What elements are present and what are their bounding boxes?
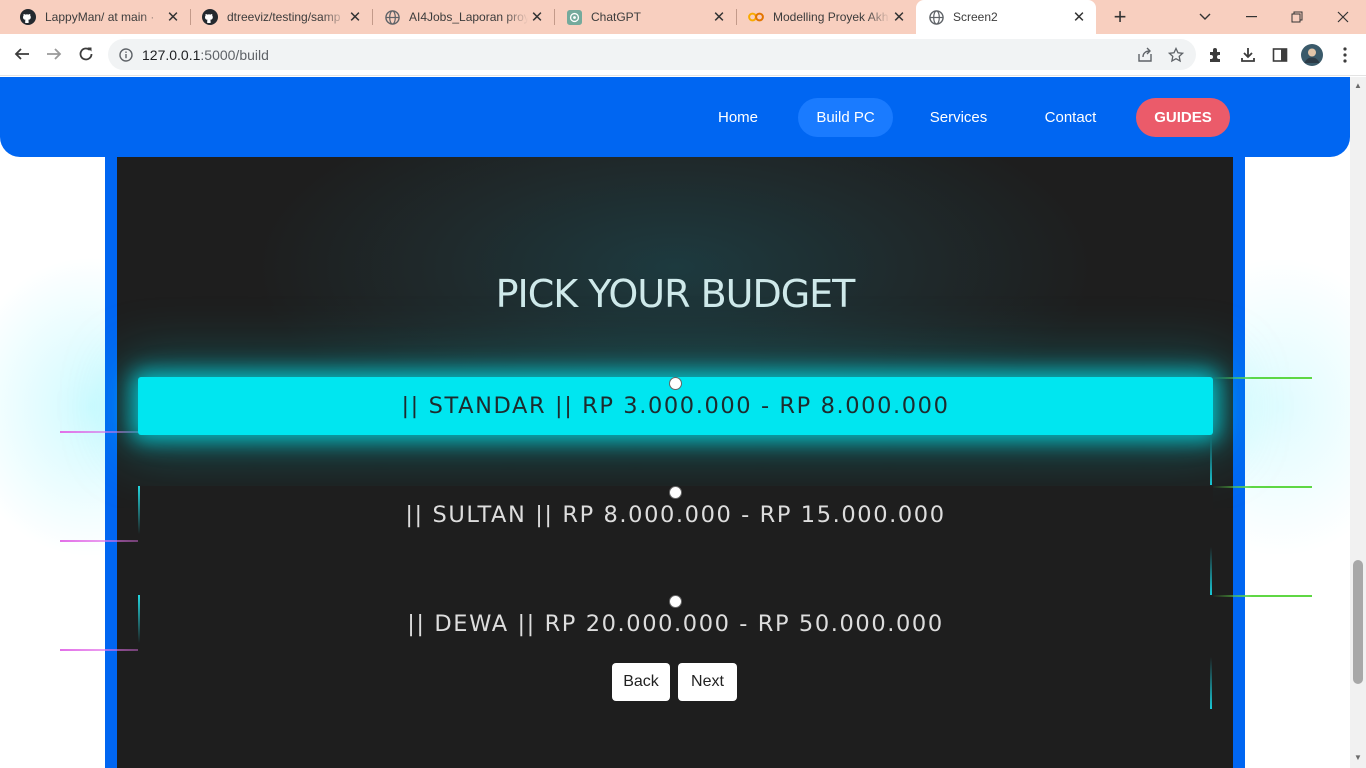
- neon-line-pink: [60, 431, 150, 433]
- radio-dewa[interactable]: [669, 595, 682, 608]
- page-title: PICK YOUR BUDGET: [495, 272, 856, 316]
- nav-guides-button[interactable]: GUIDES: [1136, 98, 1230, 137]
- tab-title: LappyMan/ at main ·: [45, 10, 155, 24]
- page-viewport: PICK YOUR BUDGET || STANDAR || RP 3.000.…: [0, 77, 1350, 768]
- nav-build-pc[interactable]: Build PC: [798, 98, 893, 137]
- browser-tab[interactable]: Modelling Proyek Akh ✕: [736, 0, 916, 34]
- tab-title: dtreeviz/testing/samp: [227, 10, 341, 24]
- tab-title: ChatGPT: [591, 10, 642, 24]
- back-button[interactable]: Back: [612, 663, 670, 701]
- neon-line-cyan: [1210, 437, 1212, 485]
- tab-title: Modelling Proyek Akh: [773, 10, 889, 24]
- tab-title: Screen2: [953, 10, 998, 24]
- github-icon: [202, 9, 218, 25]
- page-scrollbar[interactable]: ▲ ▼: [1350, 77, 1366, 768]
- kebab-menu-icon[interactable]: [1330, 40, 1360, 70]
- bookmark-star-icon[interactable]: [1161, 39, 1191, 70]
- option-edge-accent: [138, 595, 140, 643]
- neon-line-green: [1212, 377, 1312, 379]
- next-button[interactable]: Next: [678, 663, 737, 701]
- neon-line-cyan: [1210, 657, 1212, 709]
- browser-tab-strip: LappyMan/ at main · ✕ dtreeviz/testing/s…: [0, 0, 1366, 34]
- budget-option-label: || STANDAR || RP 3.000.000 - RP 8.000.00…: [401, 393, 950, 419]
- share-icon[interactable]: [1130, 39, 1160, 70]
- info-icon[interactable]: [119, 47, 133, 62]
- budget-option-label: || DEWA || RP 20.000.000 - RP 50.000.000: [407, 611, 944, 637]
- side-panel-icon[interactable]: [1265, 40, 1295, 70]
- forward-arrow-icon[interactable]: [39, 39, 69, 69]
- close-icon[interactable]: ✕: [1070, 8, 1088, 26]
- radio-sultan[interactable]: [669, 486, 682, 499]
- url-host: 127.0.0.1: [142, 46, 201, 63]
- neon-line-green: [1212, 595, 1312, 597]
- browser-tab-active[interactable]: Screen2 ✕: [916, 0, 1096, 34]
- url-text: 127.0.0.1:5000/build: [142, 47, 269, 63]
- scrollbar-thumb[interactable]: [1353, 560, 1363, 684]
- download-icon[interactable]: [1233, 40, 1263, 70]
- radio-standar[interactable]: [669, 377, 682, 390]
- restore-button[interactable]: [1274, 0, 1320, 34]
- chatgpt-icon: [566, 9, 582, 25]
- profile-avatar[interactable]: [1297, 40, 1327, 70]
- nav-home[interactable]: Home: [707, 98, 769, 137]
- chevron-down-icon[interactable]: [1182, 0, 1228, 34]
- url-path: :5000/build: [200, 46, 269, 63]
- close-icon[interactable]: ✕: [890, 8, 908, 26]
- back-arrow-icon[interactable]: [7, 39, 37, 69]
- extensions-puzzle-icon[interactable]: [1201, 40, 1231, 70]
- github-icon: [20, 9, 36, 25]
- close-icon[interactable]: ✕: [710, 8, 728, 26]
- minimize-button[interactable]: [1228, 0, 1274, 34]
- option-edge-accent: [138, 486, 140, 534]
- browser-tab[interactable]: dtreeviz/testing/samp ✕: [190, 0, 372, 34]
- browser-toolbar: 127.0.0.1:5000/build: [0, 34, 1366, 76]
- budget-option-label: || SULTAN || RP 8.000.000 - RP 15.000.00…: [405, 502, 946, 528]
- close-icon[interactable]: ✕: [346, 8, 364, 26]
- colab-icon: [748, 9, 764, 25]
- globe-icon: [928, 9, 944, 25]
- neon-line-green: [1212, 486, 1312, 488]
- reload-icon[interactable]: [71, 39, 101, 69]
- scroll-up-icon[interactable]: ▲: [1354, 81, 1362, 90]
- nav-contact[interactable]: Contact: [1035, 98, 1106, 137]
- close-icon[interactable]: ✕: [164, 8, 182, 26]
- nav-services[interactable]: Services: [920, 98, 997, 137]
- neon-line-cyan: [1210, 547, 1212, 595]
- browser-tab[interactable]: AI4Jobs_Laporan proy ✕: [372, 0, 554, 34]
- tab-title: AI4Jobs_Laporan proy: [409, 10, 528, 24]
- address-bar[interactable]: 127.0.0.1:5000/build: [108, 39, 1196, 70]
- site-navbar: Home Build PC Services Contact GUIDES: [0, 77, 1350, 157]
- browser-tab[interactable]: ChatGPT ✕: [554, 0, 736, 34]
- globe-icon: [384, 9, 400, 25]
- close-icon[interactable]: ✕: [528, 8, 546, 26]
- scroll-down-icon[interactable]: ▼: [1354, 753, 1362, 762]
- new-tab-button[interactable]: +: [1108, 4, 1132, 29]
- browser-tab[interactable]: LappyMan/ at main · ✕: [8, 0, 190, 34]
- window-close-button[interactable]: [1320, 0, 1366, 34]
